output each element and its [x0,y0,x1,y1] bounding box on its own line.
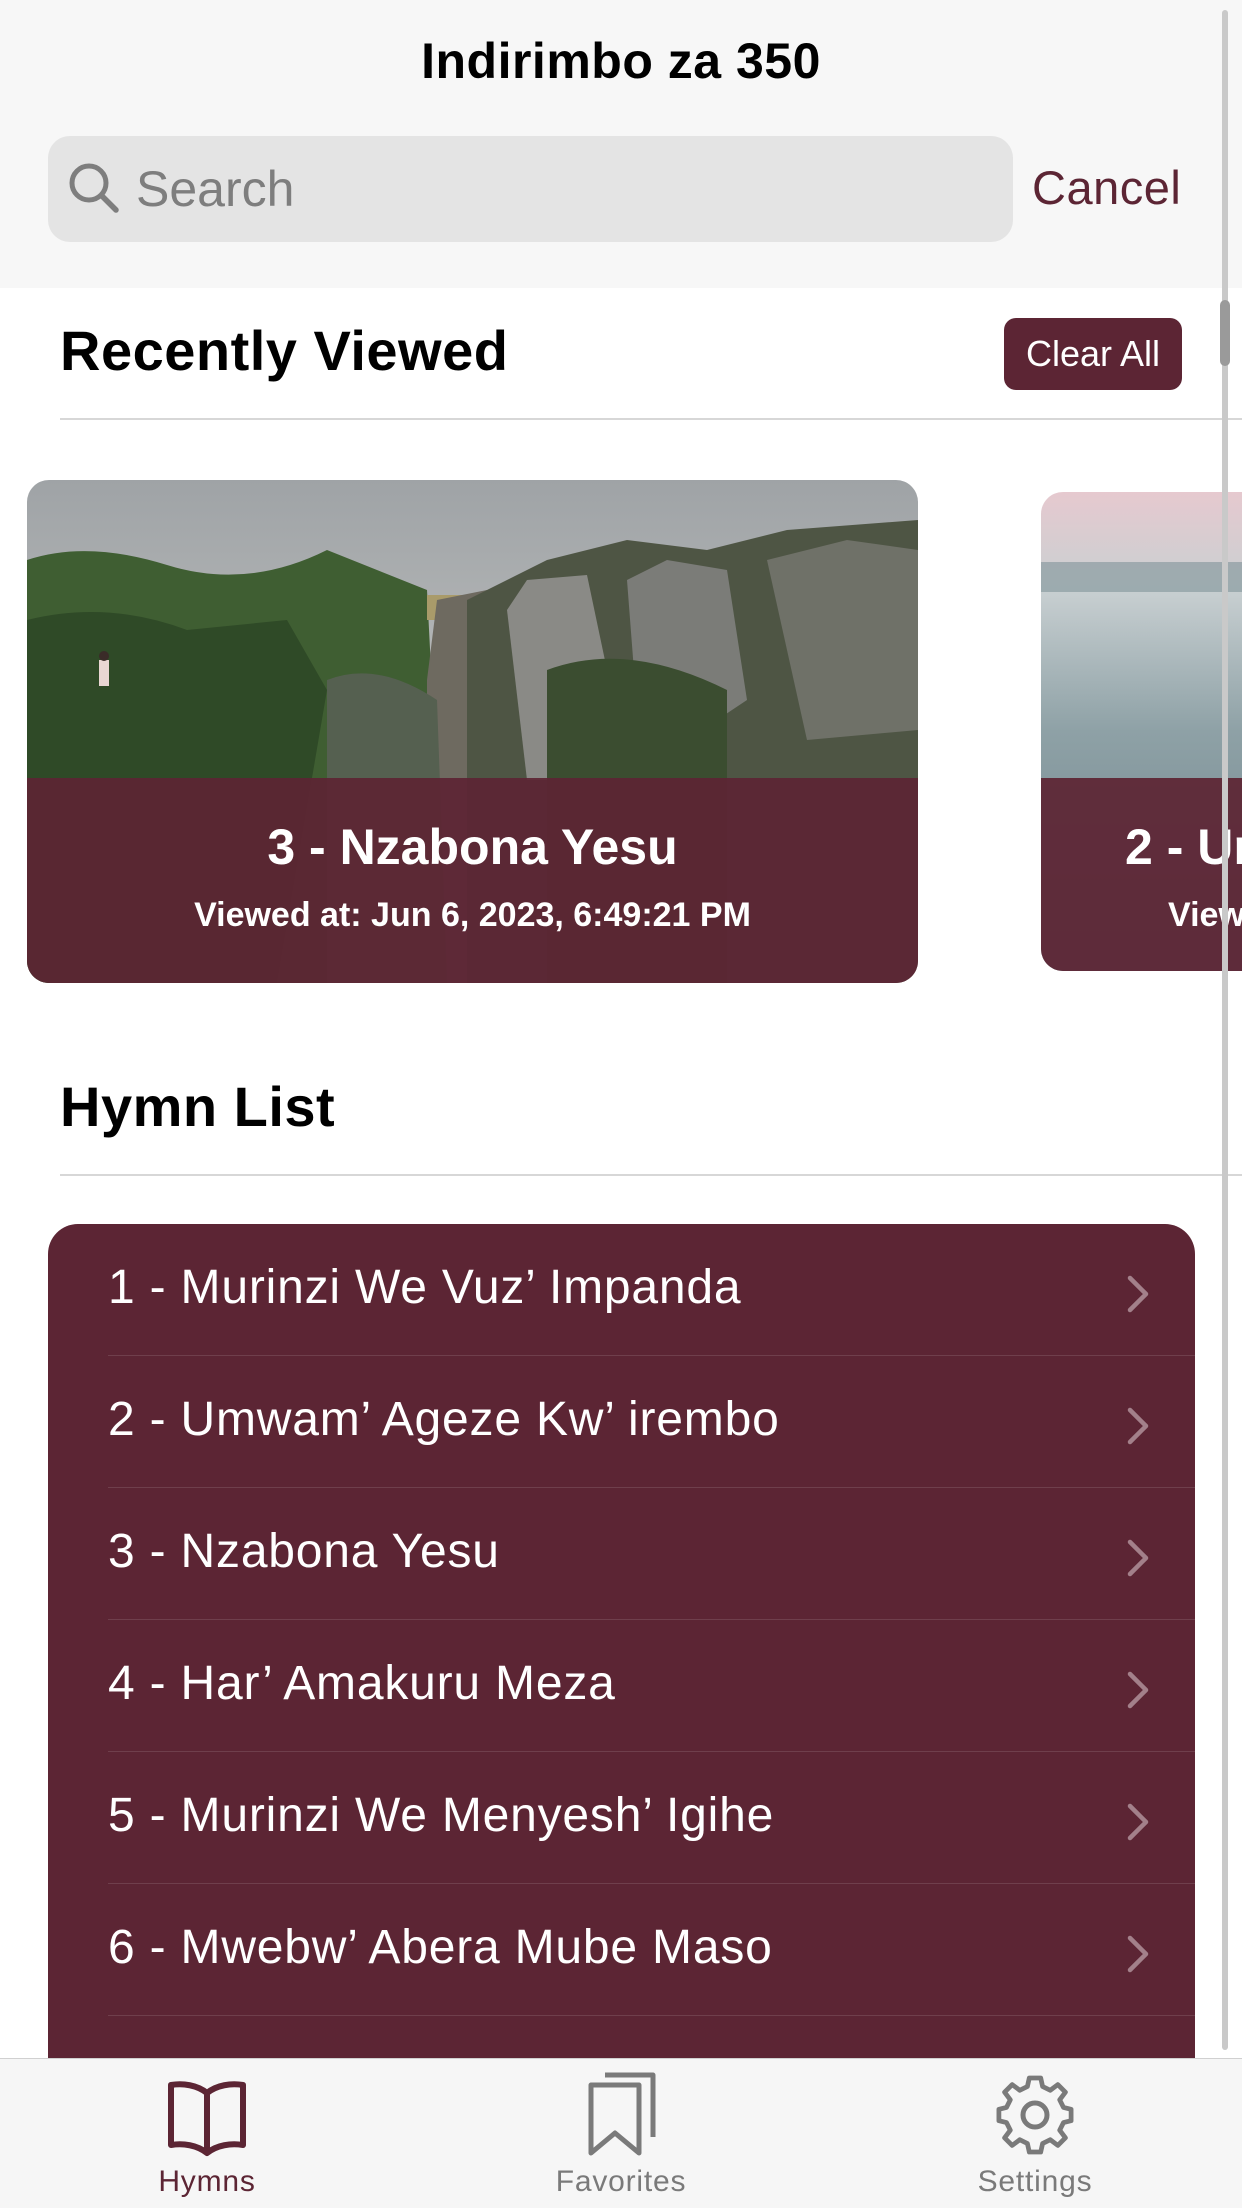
clear-all-button[interactable]: Clear All [1004,318,1182,390]
hymn-title: 2 - Umwam’ Ageze Kw’ irembo [108,1393,780,1446]
recent-card[interactable]: 2 - Ur View [1041,492,1242,971]
search-input[interactable] [136,150,996,228]
card-viewed-at: Viewed at: Jun 6, 2023, 6:49:21 PM [194,896,751,934]
scrollbar-thumb[interactable] [1220,300,1230,366]
divider [60,418,1242,420]
chevron-right-icon [1127,1935,1149,1973]
chevron-right-icon [1127,1275,1149,1313]
recently-viewed-heading: Recently Viewed [60,319,509,382]
cancel-button[interactable]: Cancel [1032,160,1181,215]
book-icon [168,2081,246,2156]
hymn-title: 1 - Murinzi We Vuz’ Impanda [108,1261,742,1314]
hymn-list-heading: Hymn List [60,1075,336,1138]
list-item[interactable]: 4 - Har’ Amakuru Meza [48,1620,1195,1752]
list-item[interactable]: 2 - Umwam’ Ageze Kw’ irembo [48,1356,1195,1488]
list-item[interactable]: 1 - Murinzi We Vuz’ Impanda [48,1224,1195,1356]
list-item[interactable]: 3 - Nzabona Yesu [48,1488,1195,1620]
chevron-right-icon [1127,1407,1149,1445]
chevron-right-icon [1127,1539,1149,1577]
card-title: 3 - Nzabona Yesu [267,819,678,875]
chevron-right-icon [1127,1671,1149,1709]
hymn-title: 4 - Har’ Amakuru Meza [108,1657,616,1710]
tab-label: Favorites [555,2165,687,2198]
card-caption: 2 - Ur View [1041,778,1242,971]
bookmark-icon [588,2072,656,2156]
gear-icon [996,2075,1074,2155]
chevron-right-icon [1127,1803,1149,1841]
search-bar[interactable] [48,136,1013,242]
recent-card[interactable]: 3 - Nzabona Yesu Viewed at: Jun 6, 2023,… [27,480,918,983]
top-header: Indirimbo za 350 Cancel [0,0,1242,288]
list-item[interactable]: 5 - Murinzi We Menyesh’ Igihe [48,1752,1195,1884]
tab-label: Hymns [158,2165,256,2198]
tab-settings[interactable]: Settings [905,2059,1165,2208]
divider [60,1174,1242,1176]
card-caption: 3 - Nzabona Yesu Viewed at: Jun 6, 2023,… [27,778,918,983]
hymn-title: 5 - Murinzi We Menyesh’ Igihe [108,1789,775,1842]
hymn-list: 1 - Murinzi We Vuz’ Impanda 2 - Umwam’ A… [48,1224,1195,2064]
tab-label: Settings [977,2165,1093,2198]
row-separator [108,2015,1195,2016]
tab-bar: Hymns Favorites Settings [0,2058,1242,2208]
tab-hymns[interactable]: Hymns [77,2059,337,2208]
card-viewed-at: View [1168,896,1242,934]
app-title: Indirimbo za 350 [421,33,821,89]
list-item[interactable]: 6 - Mwebw’ Abera Mube Maso [48,1884,1195,2016]
hymn-title: 6 - Mwebw’ Abera Mube Maso [108,1921,773,1974]
search-icon [69,163,119,213]
hymn-title: 3 - Nzabona Yesu [108,1525,500,1578]
tab-favorites[interactable]: Favorites [491,2059,751,2208]
